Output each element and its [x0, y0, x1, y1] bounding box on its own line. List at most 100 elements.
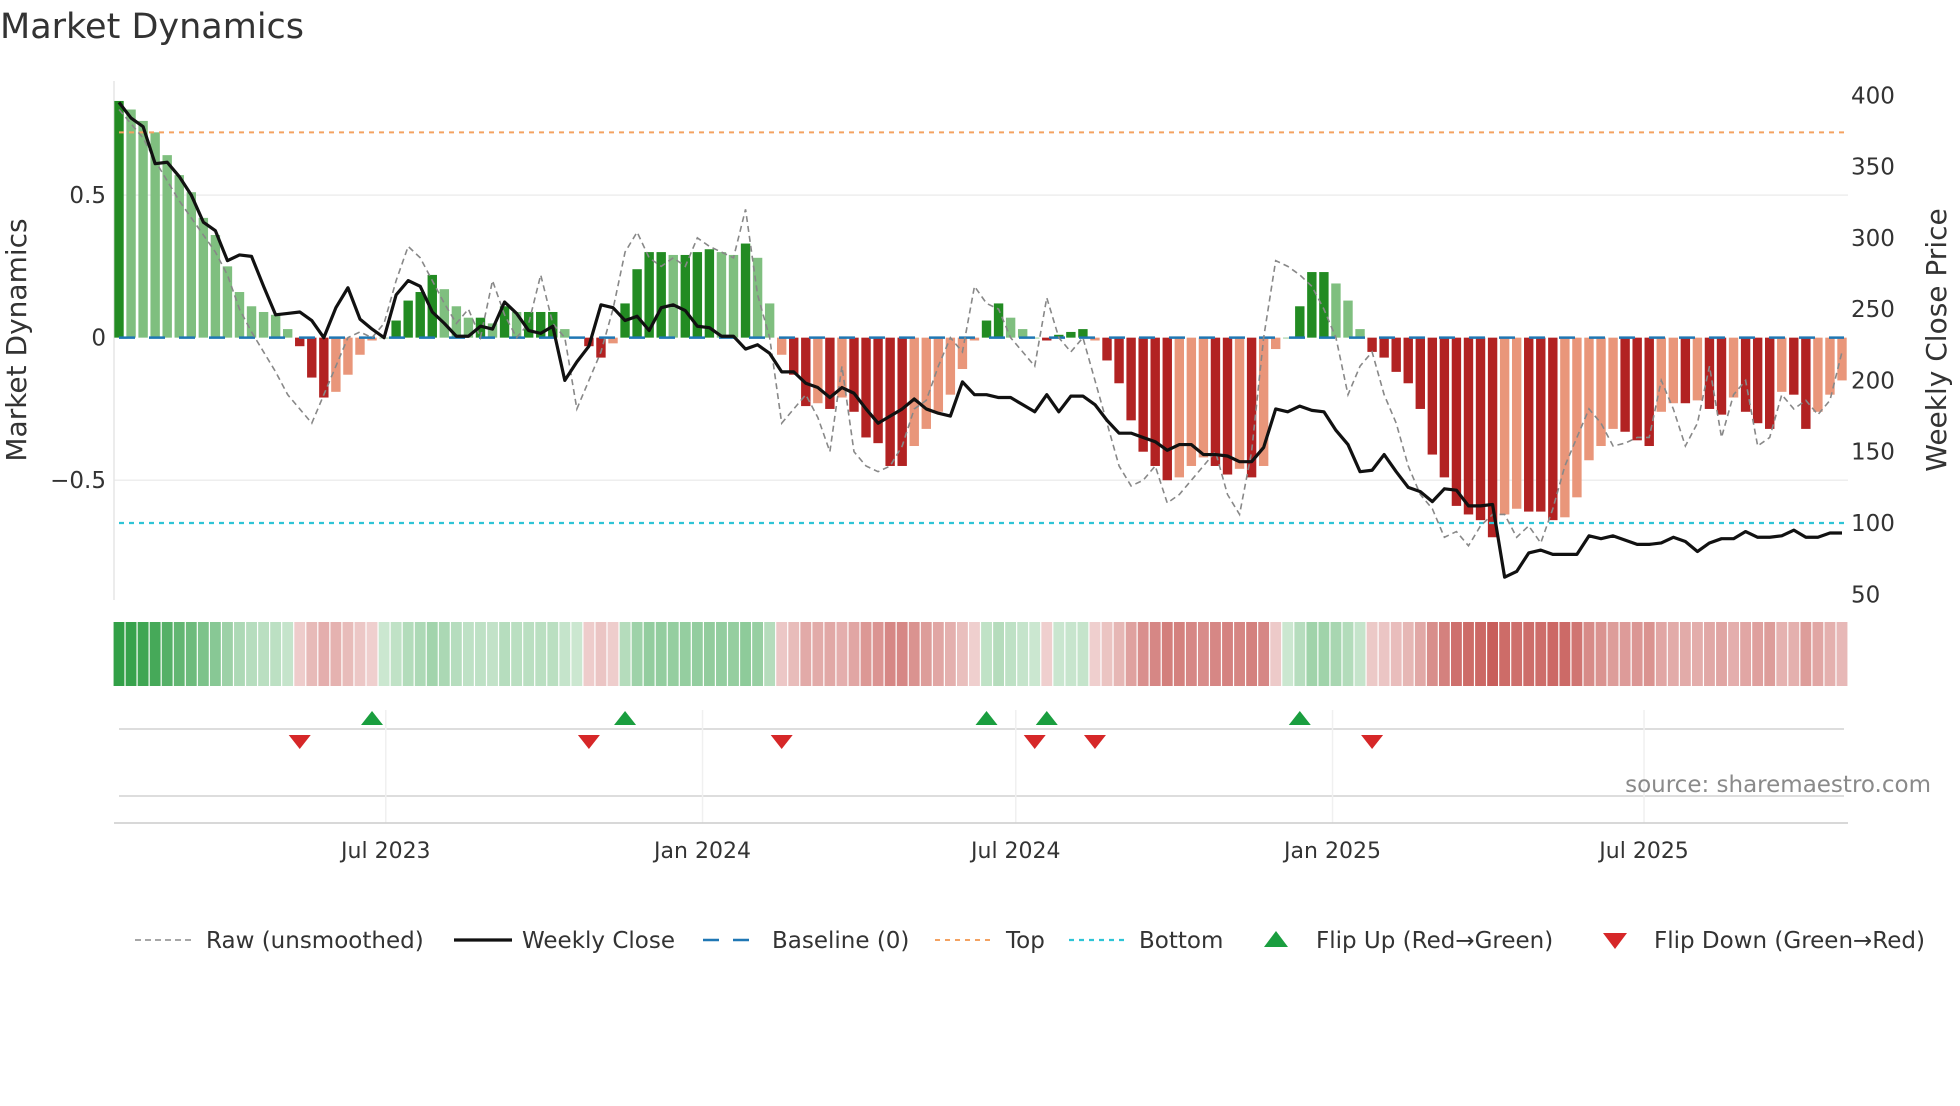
momentum-bar: [1355, 329, 1365, 338]
momentum-bar: [981, 320, 992, 338]
x-tick-label: Jul 2025: [1597, 839, 1689, 864]
heat-strip-cell: [1173, 622, 1185, 686]
momentum-bar: [680, 254, 690, 338]
momentum-bar: [1536, 337, 1546, 512]
momentum-bar: [295, 337, 305, 347]
y2-tick-label: 300: [1851, 226, 1895, 252]
flip-up-marker: [1288, 711, 1311, 725]
momentum-bar: [1017, 329, 1028, 338]
heat-strip-cell: [800, 622, 812, 686]
heat-strip-cell: [1752, 622, 1764, 686]
momentum-bar: [415, 292, 425, 338]
momentum-bar: [1680, 337, 1691, 404]
heat-strip-cell: [438, 622, 450, 686]
legend-label-baseline: Baseline (0): [772, 928, 909, 954]
heat-strip-cell: [1499, 622, 1511, 686]
y2-tick-label: 150: [1851, 440, 1895, 466]
heat-strip-cell: [824, 622, 836, 686]
momentum-bar: [801, 337, 811, 407]
legend-flip-up-icon: [1264, 931, 1288, 947]
heat-strip-cell: [1438, 622, 1450, 686]
heat-strip-cell: [908, 622, 920, 686]
left-axis-label: Market Dynamics: [0, 218, 33, 461]
heat-strip-cell: [1161, 622, 1173, 686]
heat-strip-cell: [655, 622, 667, 686]
legend-label-close: Weekly Close: [522, 928, 675, 954]
heat-strip-cell: [932, 622, 944, 686]
heat-strip-cell: [1101, 622, 1113, 686]
heat-strip-cell: [511, 622, 523, 686]
heat-strip-cell: [1414, 622, 1426, 686]
momentum-bar: [1271, 337, 1281, 350]
momentum-bar: [849, 337, 859, 412]
momentum-bar: [921, 337, 931, 429]
momentum-bar: [1765, 337, 1775, 429]
momentum-bar: [861, 337, 871, 438]
heat-strip-cell: [1378, 622, 1390, 686]
heat-strip-cell: [113, 622, 125, 686]
momentum-bar: [1114, 337, 1124, 384]
heat-strip-cell: [426, 622, 438, 686]
heat-strip-cell: [1342, 622, 1354, 686]
heat-strip-cell: [499, 622, 510, 686]
weekly-close-line: [117, 101, 1842, 579]
momentum-bar: [1415, 337, 1425, 409]
heat-strip-cell: [643, 622, 655, 686]
regime-heat-strip: [113, 622, 1848, 686]
heat-strip-cell: [306, 622, 318, 686]
momentum-bar: [1548, 337, 1558, 521]
momentum-bar: [270, 314, 281, 338]
flip-down-marker: [1023, 735, 1046, 749]
heat-strip-cell: [993, 622, 1004, 686]
heat-strip-cell: [475, 622, 486, 686]
heat-strip-cell: [776, 622, 788, 686]
heat-strip-cell: [173, 622, 185, 686]
momentum-bar: [1343, 300, 1353, 338]
heat-strip-cell: [1547, 622, 1559, 686]
momentum-bar: [1584, 337, 1594, 461]
momentum-bar: [114, 100, 124, 338]
heat-strip-cell: [378, 622, 390, 686]
y2-tick-label: 50: [1851, 582, 1880, 608]
momentum-bar: [1789, 337, 1799, 395]
heat-strip-cell: [462, 622, 474, 686]
momentum-bar: [403, 300, 413, 338]
heat-strip-cell: [1643, 622, 1655, 686]
heat-strip-cell: [270, 622, 282, 686]
heat-strip-cell: [1029, 622, 1041, 686]
momentum-bar: [1379, 337, 1389, 358]
x-tick-label: Jan 2024: [652, 839, 751, 864]
heat-strip-cell: [1137, 622, 1149, 686]
reference-lines: [119, 131, 1844, 525]
heat-strip-cell: [318, 622, 330, 686]
heat-strip-cell: [535, 622, 547, 686]
heat-strip-cell: [1716, 622, 1727, 686]
y2-tick-label: 250: [1851, 297, 1895, 323]
heat-strip-cell: [1800, 622, 1812, 686]
momentum-bar: [162, 155, 172, 338]
heat-strip-cell: [366, 622, 378, 686]
legend-label-flip-up: Flip Up (Red→Green): [1316, 928, 1553, 954]
momentum-bar: [282, 329, 293, 338]
heat-strip-cell: [1571, 622, 1583, 686]
momentum-bar: [307, 337, 317, 378]
heat-strip-cell: [547, 622, 559, 686]
momentum-bar: [1728, 337, 1739, 398]
legend-label-flip-down: Flip Down (Green→Red): [1654, 928, 1925, 954]
heat-strip-cell: [1330, 622, 1342, 686]
heat-strip-cell: [607, 622, 619, 686]
heat-strip-cell: [703, 622, 715, 686]
momentum-bar: [776, 337, 787, 355]
series-lines: [117, 101, 1843, 579]
momentum-bar: [1620, 337, 1630, 432]
momentum-bar: [1560, 337, 1570, 518]
momentum-bar: [1632, 337, 1642, 441]
heat-strip-cell: [1005, 622, 1017, 686]
flip-down-marker: [770, 735, 793, 749]
momentum-bar: [1777, 337, 1787, 392]
heat-strip-cell: [848, 622, 860, 686]
momentum-bar: [138, 120, 148, 338]
heat-strip-cell: [583, 622, 595, 686]
momentum-bar: [1307, 272, 1317, 338]
heat-strip-cell: [1812, 622, 1824, 686]
